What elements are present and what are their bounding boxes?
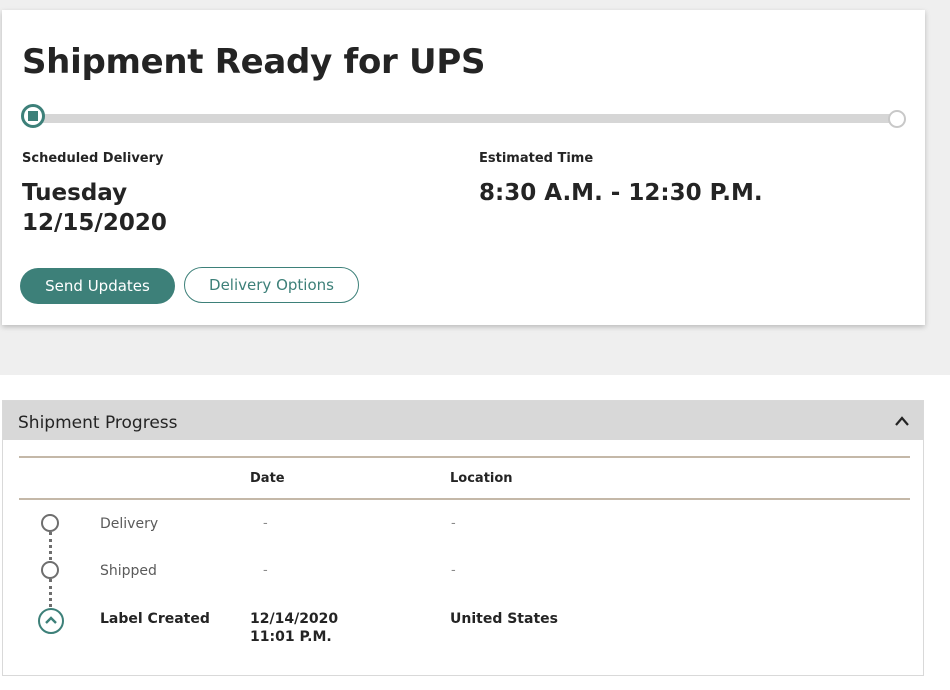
row-date-label-created: 12/14/2020 xyxy=(250,611,339,627)
row-status-shipped: Shipped xyxy=(100,563,157,579)
timeline-node-current xyxy=(38,608,64,634)
chevron-up-icon[interactable] xyxy=(894,414,910,428)
timeline-connector xyxy=(49,579,55,607)
scheduled-date: 12/15/2020 xyxy=(22,210,167,236)
page-title: Shipment Ready for UPS xyxy=(22,42,486,82)
table-top-rule xyxy=(19,456,910,458)
row-location-label-created: United States xyxy=(450,611,558,627)
scheduled-delivery-label: Scheduled Delivery xyxy=(22,151,164,166)
delivery-options-button[interactable]: Delivery Options xyxy=(184,267,359,303)
column-header-location: Location xyxy=(450,471,513,486)
row-status-label-created: Label Created xyxy=(100,611,210,627)
estimated-time-value: 8:30 A.M. - 12:30 P.M. xyxy=(479,180,763,206)
row-date-delivery: - xyxy=(263,516,268,531)
shipment-progress-title: Shipment Progress xyxy=(18,413,178,433)
progress-start-marker xyxy=(21,104,45,128)
shipment-progress-header[interactable]: Shipment Progress xyxy=(3,401,923,440)
chevron-up-circle-icon xyxy=(45,616,57,624)
timeline-node-shipped xyxy=(41,561,59,579)
progress-track xyxy=(36,114,898,123)
send-updates-button[interactable]: Send Updates xyxy=(20,268,175,304)
column-header-date: Date xyxy=(250,471,285,486)
row-location-delivery: - xyxy=(451,516,456,531)
progress-end-marker xyxy=(888,110,906,128)
progress-start-dot xyxy=(28,111,38,121)
estimated-time-label: Estimated Time xyxy=(479,151,594,166)
row-date-shipped: - xyxy=(263,563,268,578)
row-location-shipped: - xyxy=(451,563,456,578)
timeline-node-delivery xyxy=(41,514,59,532)
table-header-rule xyxy=(19,498,910,500)
scheduled-day: Tuesday xyxy=(22,180,128,206)
timeline-connector xyxy=(49,532,55,560)
row-status-delivery: Delivery xyxy=(100,516,159,532)
row-time-label-created: 11:01 P.M. xyxy=(250,629,332,645)
shipment-progress-panel: Shipment Progress Date Location Delivery… xyxy=(2,400,924,676)
